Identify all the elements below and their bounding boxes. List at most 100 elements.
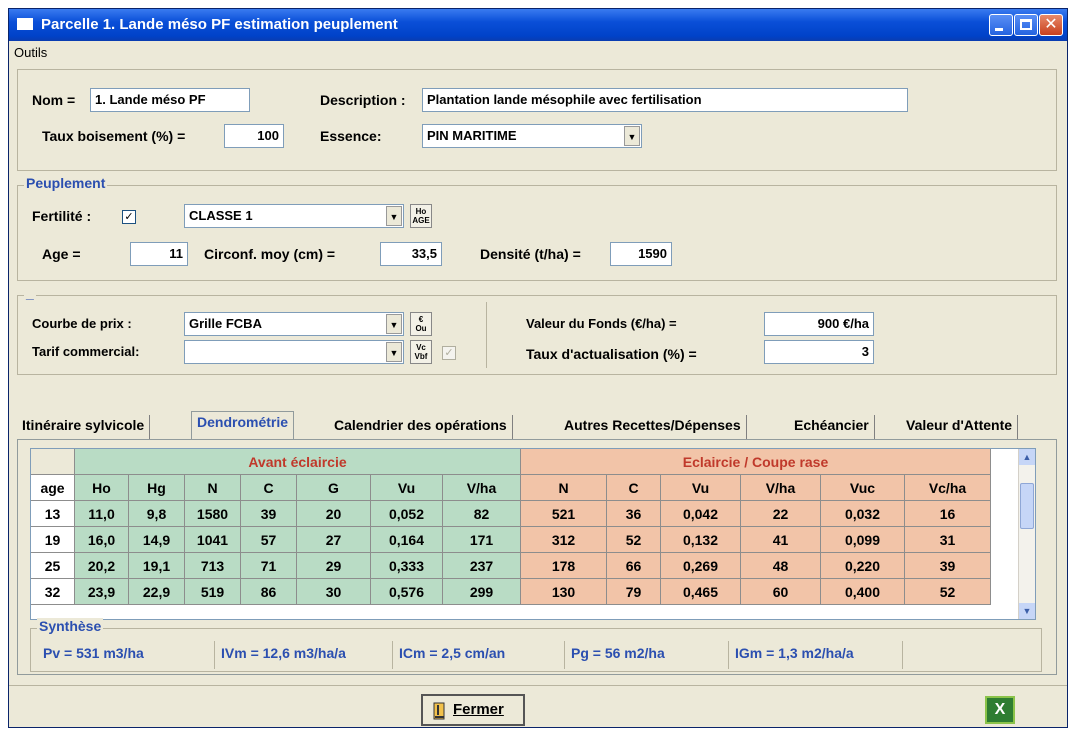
- table-cell: 178: [521, 553, 607, 579]
- taux-actualisation-label: Taux d'actualisation (%) =: [526, 346, 697, 362]
- table-cell: 57: [241, 527, 297, 553]
- column-header: Vuc: [821, 475, 905, 501]
- chevron-down-icon[interactable]: ▼: [386, 314, 402, 334]
- prix-divider: [486, 302, 487, 368]
- courbe-btn-top: €: [418, 315, 424, 324]
- table-cell: 71: [241, 553, 297, 579]
- scroll-thumb[interactable]: [1020, 483, 1034, 529]
- table-cell: 20: [297, 501, 371, 527]
- taux-boisement-field[interactable]: 100: [224, 124, 284, 148]
- table-cell: 0,465: [661, 579, 741, 605]
- table-cell: 0,099: [821, 527, 905, 553]
- table-cell: 22: [741, 501, 821, 527]
- description-label: Description :: [320, 92, 406, 108]
- table-cell: 41: [741, 527, 821, 553]
- menu-outils[interactable]: Outils: [14, 45, 47, 60]
- minimize-button[interactable]: [989, 14, 1013, 36]
- tab-itineraire[interactable]: Itinéraire sylvicole: [17, 415, 151, 439]
- scroll-up-icon[interactable]: ▲: [1019, 449, 1035, 465]
- table-cell: 86: [241, 579, 297, 605]
- close-button[interactable]: ✕: [1039, 14, 1063, 36]
- table-cell: 66: [607, 553, 661, 579]
- column-header: Vu: [371, 475, 443, 501]
- densite-field[interactable]: 1590: [610, 242, 672, 266]
- chevron-down-icon[interactable]: ▼: [386, 206, 402, 226]
- fertilite-checkbox[interactable]: ✓: [122, 210, 136, 224]
- table-cell: 13: [31, 501, 75, 527]
- fertilite-label: Fertilité :: [32, 208, 92, 224]
- tarif-btn-top: Vc: [416, 343, 426, 352]
- synthese-icm: ICm = 2,5 cm/an: [393, 641, 565, 669]
- column-header: Ho: [75, 475, 129, 501]
- courbe-prix-select[interactable]: Grille FCBA ▼: [184, 312, 404, 336]
- courbe-prix-button[interactable]: € Ou: [410, 312, 432, 336]
- chevron-down-icon[interactable]: ▼: [624, 126, 640, 146]
- essence-select[interactable]: PIN MARITIME ▼: [422, 124, 642, 148]
- column-header: N: [521, 475, 607, 501]
- table-cell: 0,032: [821, 501, 905, 527]
- tarif-btn-bottom: Vbf: [414, 352, 428, 361]
- table-cell: 52: [905, 579, 991, 605]
- tab-dendrometrie[interactable]: Dendrométrie: [191, 411, 295, 439]
- column-header: V/ha: [443, 475, 521, 501]
- table-cell: 19: [31, 527, 75, 553]
- column-header: C: [607, 475, 661, 501]
- column-header: Vc/ha: [905, 475, 991, 501]
- scroll-down-icon[interactable]: ▼: [1019, 603, 1035, 619]
- ho-age-top: Ho: [415, 207, 427, 216]
- title-bar[interactable]: Parcelle 1. Lande méso PF estimation peu…: [9, 9, 1067, 41]
- tab-autres-recettes[interactable]: Autres Recettes/Dépenses: [559, 415, 747, 439]
- circonference-label: Circonf. moy (cm) =: [204, 246, 336, 262]
- tab-echeancier[interactable]: Echéancier: [789, 415, 875, 439]
- column-header: Vu: [661, 475, 741, 501]
- tarif-select[interactable]: ▼: [184, 340, 404, 364]
- table-cell: 39: [905, 553, 991, 579]
- fermer-button[interactable]: Fermer: [421, 694, 525, 726]
- table-cell: 0,269: [661, 553, 741, 579]
- table-cell: 0,164: [371, 527, 443, 553]
- table-cell: 9,8: [129, 501, 185, 527]
- table-cell: 519: [185, 579, 241, 605]
- column-header: Hg: [129, 475, 185, 501]
- ho-age-bottom: AGE: [412, 216, 430, 225]
- tab-strip: Itinéraire sylvicole Dendrométrie Calend…: [17, 411, 1057, 439]
- age-field[interactable]: 11: [130, 242, 188, 266]
- ho-age-button[interactable]: Ho AGE: [410, 204, 432, 228]
- table-cell: 130: [521, 579, 607, 605]
- table-cell: 0,333: [371, 553, 443, 579]
- table-cell: 19,1: [129, 553, 185, 579]
- taux-actualisation-field[interactable]: 3: [764, 340, 874, 364]
- tarif-button[interactable]: Vc Vbf: [410, 340, 432, 364]
- dendrometrie-table[interactable]: ▲ ▼ Avant éclaircie Eclaircie / Coupe ras…: [30, 448, 1036, 620]
- classe-select[interactable]: CLASSE 1 ▼: [184, 204, 404, 228]
- table-cell: 0,052: [371, 501, 443, 527]
- minimize-icon: [995, 28, 1003, 31]
- description-field[interactable]: Plantation lande mésophile avec fertilis…: [422, 88, 908, 112]
- chevron-down-icon[interactable]: ▼: [386, 342, 402, 362]
- tab-valeur-attente[interactable]: Valeur d'Attente: [901, 415, 1019, 439]
- essence-value: PIN MARITIME: [427, 128, 517, 143]
- age-label: Age =: [42, 246, 81, 262]
- group-header-blank: [31, 449, 75, 475]
- circonference-field[interactable]: 33,5: [380, 242, 442, 266]
- table-cell: 1580: [185, 501, 241, 527]
- maximize-button[interactable]: [1014, 14, 1038, 36]
- fermer-label: Fermer: [453, 701, 504, 718]
- table-cell: 0,576: [371, 579, 443, 605]
- table-cell: 16: [905, 501, 991, 527]
- column-header: G: [297, 475, 371, 501]
- table-scrollbar[interactable]: ▲ ▼: [1018, 449, 1035, 619]
- table-cell: 30: [297, 579, 371, 605]
- table-cell: 312: [521, 527, 607, 553]
- courbe-btn-bottom: Ou: [415, 324, 427, 333]
- tarif-checkbox[interactable]: ✓: [442, 346, 456, 360]
- excel-export-icon[interactable]: X: [985, 696, 1015, 724]
- valeur-fonds-field[interactable]: 900 €/ha: [764, 312, 874, 336]
- table-cell: 27: [297, 527, 371, 553]
- table-cell: 14,9: [129, 527, 185, 553]
- table-cell: 25: [31, 553, 75, 579]
- table-cell: 52: [607, 527, 661, 553]
- tab-calendrier[interactable]: Calendrier des opérations: [329, 415, 513, 439]
- nom-field[interactable]: 1. Lande méso PF: [90, 88, 250, 112]
- peuplement-group: Peuplement Fertilité : ✓ CLASSE 1 ▼ Ho A…: [17, 175, 1057, 281]
